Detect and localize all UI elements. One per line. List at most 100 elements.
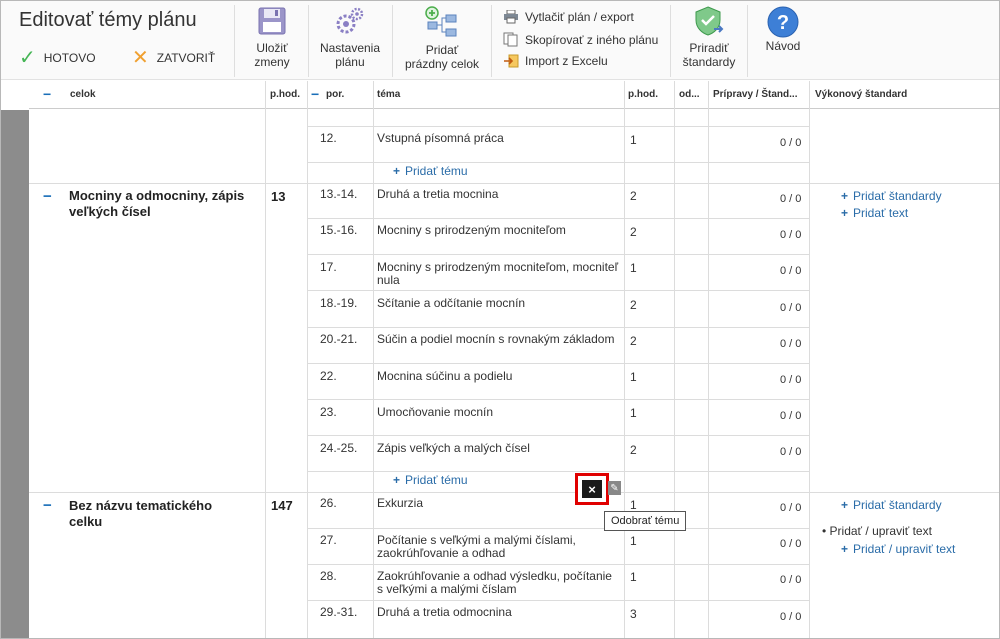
collapse-order-icon[interactable]: − — [311, 86, 319, 102]
grid-line — [809, 81, 810, 638]
group-divider — [29, 492, 999, 493]
row-divider — [307, 528, 809, 529]
row-ratio: 0 / 0 — [780, 193, 802, 205]
row-order: 15.-16. — [320, 223, 358, 237]
add-empty-unit-button[interactable]: Pridať prázdny celok — [401, 5, 483, 71]
col-header-tema[interactable]: téma — [377, 89, 400, 100]
grid-line — [624, 81, 625, 638]
toolbar-divider — [670, 5, 671, 77]
row-hours[interactable]: 1 — [630, 262, 637, 275]
row-hours[interactable]: 3 — [630, 608, 637, 621]
row-topic[interactable]: Vstupná písomná práca — [377, 132, 504, 145]
import-icon — [504, 54, 519, 68]
print-export-button[interactable]: Vytlačiť plán / export — [503, 10, 634, 24]
row-hours[interactable]: 2 — [630, 444, 637, 457]
grid-line — [307, 81, 308, 638]
row-topic[interactable]: Súčin a podiel mocnín s rovnakým základo… — [377, 333, 614, 346]
row-ratio: 0 / 0 — [780, 338, 802, 350]
row-order: 13.-14. — [320, 187, 358, 201]
page-title: Editovať témy plánu — [19, 9, 197, 31]
add-topic-link[interactable]: + Pridať tému — [393, 473, 468, 487]
col-header-celok[interactable]: celok — [70, 89, 96, 100]
close-icon: × — [582, 480, 602, 498]
collapse-group-icon[interactable]: − — [43, 188, 52, 205]
row-topic[interactable]: Zaokrúhľovanie a odhad výsledku, počítan… — [377, 570, 612, 596]
row-ratio: 0 / 0 — [780, 611, 802, 623]
row-topic[interactable]: Sčítanie a odčítanie mocnín — [377, 297, 525, 310]
assign-label-1: Priradiť — [689, 41, 729, 55]
row-hours[interactable]: 2 — [630, 299, 637, 312]
col-header-phod2[interactable]: p.hod. — [628, 89, 658, 100]
row-topic[interactable]: Zápis veľkých a malých čísel — [377, 442, 530, 455]
add-text-link[interactable]: + Pridať text — [841, 206, 908, 220]
plus-icon: + — [393, 164, 401, 178]
group-hours: 147 — [271, 498, 293, 513]
row-topic[interactable]: Mocnina súčinu a podielu — [377, 370, 512, 383]
row-divider — [307, 363, 809, 364]
group-title[interactable]: Mocniny a odmocniny, zápis veľkých čísel — [69, 188, 244, 220]
col-header-phod[interactable]: p.hod. — [270, 89, 300, 100]
grid-line — [373, 81, 374, 638]
row-ratio: 0 / 0 — [780, 374, 802, 386]
row-hours[interactable]: 1 — [630, 407, 637, 420]
grid-line — [674, 81, 675, 638]
col-header-pripravy[interactable]: Prípravy / Štand... — [713, 89, 797, 100]
row-hours[interactable]: 1 — [630, 571, 637, 584]
done-button[interactable]: ✓ HOTOVO — [19, 48, 96, 68]
row-topic[interactable]: Počítanie s veľkými a malými číslami, zao… — [377, 534, 576, 560]
group-divider — [29, 183, 999, 184]
import-label: Import z Excelu — [525, 54, 608, 68]
row-ratio: 0 / 0 — [780, 302, 802, 314]
row-gutter — [1, 110, 29, 638]
remove-topic-button[interactable]: × — [575, 473, 609, 505]
row-order: 23. — [320, 405, 337, 419]
row-hours[interactable]: 2 — [630, 190, 637, 203]
copy-from-plan-button[interactable]: Skopírovať z iného plánu — [503, 32, 658, 47]
row-hours[interactable]: 2 — [630, 226, 637, 239]
close-button[interactable]: ✕ ZATVORIŤ — [132, 48, 215, 68]
row-divider — [307, 290, 809, 291]
toolbar-divider — [747, 5, 748, 77]
save-label-2: zmeny — [254, 55, 290, 69]
row-hours[interactable]: 1 — [630, 535, 637, 548]
add-structure-icon — [425, 6, 457, 37]
assign-standards-button[interactable]: Priradiť štandardy — [677, 5, 741, 69]
add-topic-link[interactable]: + Pridať tému — [393, 164, 468, 178]
plus-icon: + — [841, 498, 849, 512]
plus-icon: + — [841, 189, 849, 203]
col-header-od[interactable]: od... — [679, 89, 700, 100]
row-hours[interactable]: 1 — [630, 134, 637, 147]
row-topic[interactable]: Druhá a tretia odmocnina — [377, 606, 512, 619]
plan-settings-button[interactable]: Nastavenia plánu — [315, 5, 385, 69]
help-icon: ? — [767, 6, 799, 38]
add-standards-link[interactable]: + Pridať štandardy — [841, 498, 942, 512]
save-button[interactable]: Uložiť zmeny — [244, 5, 300, 69]
group-title[interactable]: Bez názvu tematického celku — [69, 498, 212, 530]
row-topic[interactable]: Mocniny s prirodzeným mocniteľom, mocnit… — [377, 261, 618, 287]
import-excel-button[interactable]: Import z Excelu — [503, 54, 608, 68]
grid-line — [265, 81, 266, 638]
row-topic[interactable]: Umocňovanie mocnín — [377, 406, 493, 419]
row-divider — [307, 435, 809, 436]
row-topic[interactable]: Exkurzia — [377, 497, 423, 510]
help-button[interactable]: ? Návod — [758, 5, 808, 53]
assign-label-2: štandardy — [682, 55, 736, 69]
collapse-group-icon[interactable]: − — [43, 497, 52, 514]
row-hours[interactable]: 1 — [630, 371, 637, 384]
collapse-all-icon[interactable]: − — [43, 86, 51, 102]
row-ratio: 0 / 0 — [780, 265, 802, 277]
add-edit-text-link[interactable]: + Pridať / upraviť text — [841, 542, 955, 556]
row-topic[interactable]: Mocniny s prirodzeným mocniteľom — [377, 224, 566, 237]
col-header-por[interactable]: por. — [326, 89, 344, 100]
row-divider — [307, 327, 809, 328]
row-topic[interactable]: Druhá a tretia mocnina — [377, 188, 498, 201]
edit-topic-button[interactable]: ✎ — [608, 481, 621, 495]
printer-icon — [504, 10, 518, 24]
row-ratio: 0 / 0 — [780, 502, 802, 514]
shield-check-icon — [695, 6, 724, 36]
add-standards-link[interactable]: + Pridať štandardy — [841, 189, 942, 203]
col-header-vykonovy[interactable]: Výkonový štandard — [815, 89, 907, 100]
row-hours[interactable]: 2 — [630, 335, 637, 348]
group-hours: 13 — [271, 189, 286, 204]
row-ratio: 0 / 0 — [780, 137, 802, 149]
